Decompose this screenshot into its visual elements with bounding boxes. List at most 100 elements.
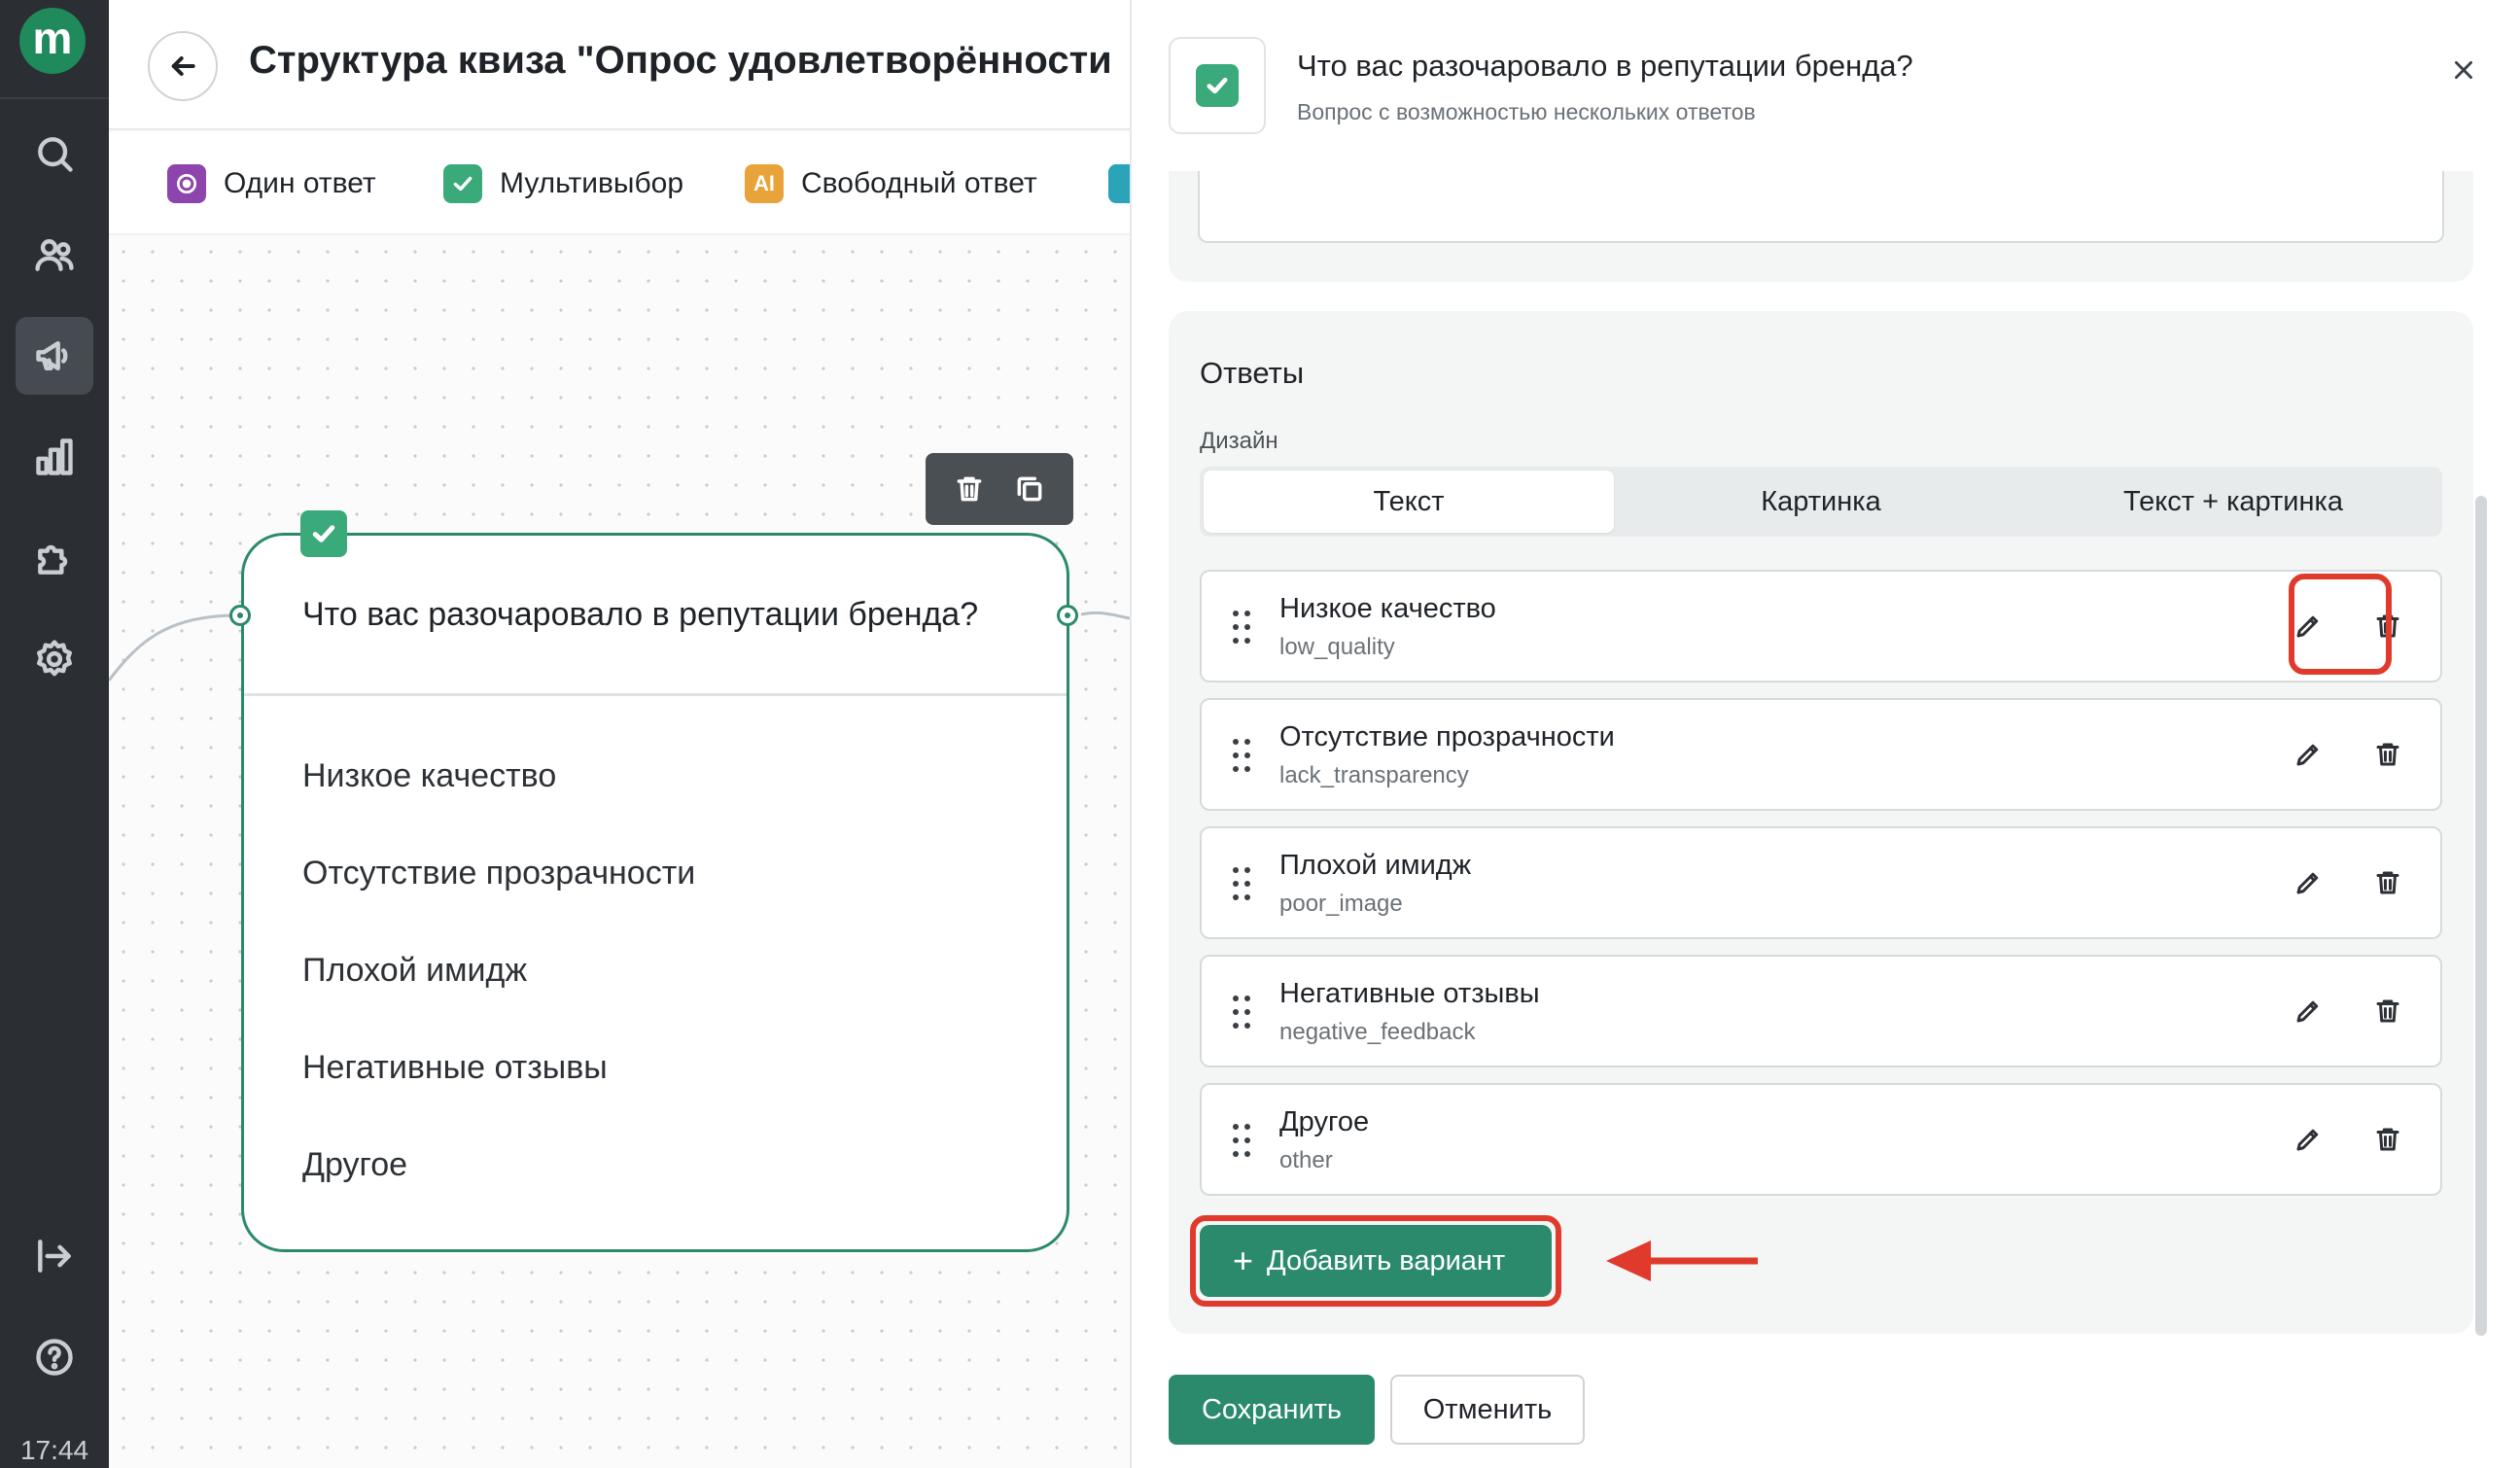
users-icon[interactable] (16, 216, 93, 294)
close-icon (2455, 61, 2472, 79)
rail-divider (0, 97, 109, 99)
arrow-left-icon (171, 56, 195, 76)
design-option-text[interactable]: Текст (1204, 471, 1614, 533)
pencil-icon (2296, 744, 2319, 766)
answer-label: Низкое качество (1279, 593, 1496, 624)
edit-answer-button[interactable] (2283, 986, 2333, 1036)
trash-icon (2376, 999, 2399, 1023)
edit-answer-button[interactable] (2283, 857, 2333, 908)
panel-title: Что вас разочаровало в репутации бренда? (1297, 49, 1913, 83)
answer-value: other (1279, 1147, 1333, 1173)
back-button[interactable] (148, 31, 218, 101)
answer-row[interactable]: Плохой имидж poor_image (1200, 826, 2442, 939)
answer-label: Другое (1279, 1106, 1370, 1137)
tool-multi-select[interactable]: Мультивыбор (443, 161, 683, 206)
answer-row[interactable]: Отсутствие прозрачности lack_transparenc… (1200, 698, 2442, 811)
drag-handle-icon[interactable] (1233, 867, 1250, 900)
node-divider (244, 693, 1067, 696)
node-answer: Отсутствие прозрачности (302, 855, 696, 891)
save-button[interactable]: Сохранить (1169, 1375, 1375, 1445)
design-segmented-control: Текст Картинка Текст + картинка (1200, 467, 2442, 537)
tool-label: Мультивыбор (500, 167, 684, 199)
tool-single-answer[interactable]: Один ответ (167, 161, 376, 206)
integrations-puzzle-icon[interactable] (16, 519, 93, 597)
ai-icon: AI (745, 164, 784, 203)
arrow-left-annotation-icon (1606, 1241, 1758, 1281)
tool-more[interactable] (1108, 161, 1130, 206)
drag-handle-icon[interactable] (1233, 739, 1250, 772)
checkbox-icon (443, 164, 482, 203)
cancel-button[interactable]: Отменить (1390, 1375, 1585, 1445)
quiz-editor-canvas: Структура квиза "Опрос удовлетворённости… (109, 0, 1130, 1468)
node-input-port[interactable] (229, 605, 251, 626)
answers-section-title: Ответы (1200, 356, 1305, 390)
trash-icon (2376, 1128, 2399, 1151)
question-node[interactable]: Что вас разочаровало в репутации бренда?… (241, 510, 1069, 1252)
design-option-text-image[interactable]: Текст + картинка (2028, 471, 2438, 533)
duplicate-icon[interactable] (1014, 473, 1045, 505)
logout-icon[interactable] (16, 1217, 93, 1295)
page-header: Структура квиза "Опрос удовлетворённости (109, 0, 1130, 130)
drag-handle-icon[interactable] (1233, 611, 1250, 644)
drag-handle-icon[interactable] (1233, 996, 1250, 1029)
delete-answer-button[interactable] (2362, 1114, 2413, 1165)
description-textarea[interactable] (1198, 171, 2444, 243)
answer-value: lack_transparency (1279, 762, 1469, 788)
clock: 17:44 (19, 1435, 89, 1465)
trash-icon[interactable] (954, 473, 985, 505)
node-answer: Плохой имидж (302, 952, 528, 989)
connector-line-out (1081, 611, 1130, 620)
question-type-toolbar: Один ответ Мультивыбор AI Свободный отве… (109, 132, 1130, 235)
search-icon[interactable] (16, 115, 93, 192)
answer-label: Негативные отзывы (1279, 978, 1540, 1009)
node-question: Что вас разочаровало в репутации бренда? (302, 596, 979, 633)
check-icon (1207, 77, 1228, 94)
highlight-add-annotation (1190, 1215, 1561, 1307)
delete-answer-button[interactable] (2362, 986, 2413, 1036)
answer-value: low_quality (1279, 634, 1395, 660)
help-icon[interactable] (16, 1318, 93, 1396)
answers-card: Ответы Дизайн Текст Картинка Текст + кар… (1169, 311, 2473, 1334)
node-answer: Низкое качество (302, 757, 557, 794)
question-settings-card (1169, 171, 2473, 282)
multi-select-badge-icon (300, 510, 347, 557)
close-panel-button[interactable] (2444, 51, 2483, 89)
highlight-edit-annotation (2289, 574, 2392, 675)
answer-row[interactable]: Другое other (1200, 1083, 2442, 1196)
page-title: Структура квиза "Опрос удовлетворённости (249, 39, 1112, 82)
rating-icon (1108, 164, 1130, 203)
nav-rail: m 17:44 (0, 0, 109, 1468)
answer-value: negative_feedback (1279, 1019, 1476, 1045)
app-logo[interactable]: m (19, 8, 86, 74)
question-type-icon (1169, 37, 1266, 134)
tool-label: Один ответ (224, 167, 376, 199)
delete-answer-button[interactable] (2362, 857, 2413, 908)
node-answer: Другое (302, 1146, 408, 1183)
node-output-port[interactable] (1057, 605, 1078, 626)
answer-label: Плохой имидж (1279, 850, 1472, 881)
question-edit-panel: Что вас разочаровало в репутации бренда?… (1130, 0, 2520, 1468)
tool-free-answer[interactable]: AI Свободный ответ (745, 161, 1037, 206)
edit-answer-button[interactable] (2283, 1114, 2333, 1165)
edit-answer-button[interactable] (2283, 729, 2333, 780)
drag-handle-icon[interactable] (1233, 1124, 1250, 1157)
megaphone-icon[interactable] (16, 317, 93, 395)
answer-row[interactable]: Низкое качество low_quality (1200, 570, 2442, 682)
node-answer: Негативные отзывы (302, 1049, 608, 1086)
answer-value: poor_image (1279, 891, 1403, 917)
trash-icon (2376, 743, 2399, 766)
settings-gear-icon[interactable] (16, 620, 93, 698)
design-option-image[interactable]: Картинка (1616, 471, 2026, 533)
answer-row[interactable]: Негативные отзывы negative_feedback (1200, 955, 2442, 1067)
trash-icon (2376, 871, 2399, 894)
panel-scrollbar[interactable] (2475, 496, 2487, 1336)
analytics-icon[interactable] (16, 418, 93, 496)
panel-subtitle: Вопрос с возможностью нескольких ответов (1297, 99, 1756, 124)
radio-icon (167, 164, 206, 203)
answer-label: Отсутствие прозрачности (1279, 721, 1615, 752)
delete-answer-button[interactable] (2362, 729, 2413, 780)
tool-label: Свободный ответ (801, 167, 1037, 199)
pencil-icon (2296, 1129, 2319, 1151)
node-action-bar (926, 453, 1073, 525)
pencil-icon (2296, 872, 2319, 894)
